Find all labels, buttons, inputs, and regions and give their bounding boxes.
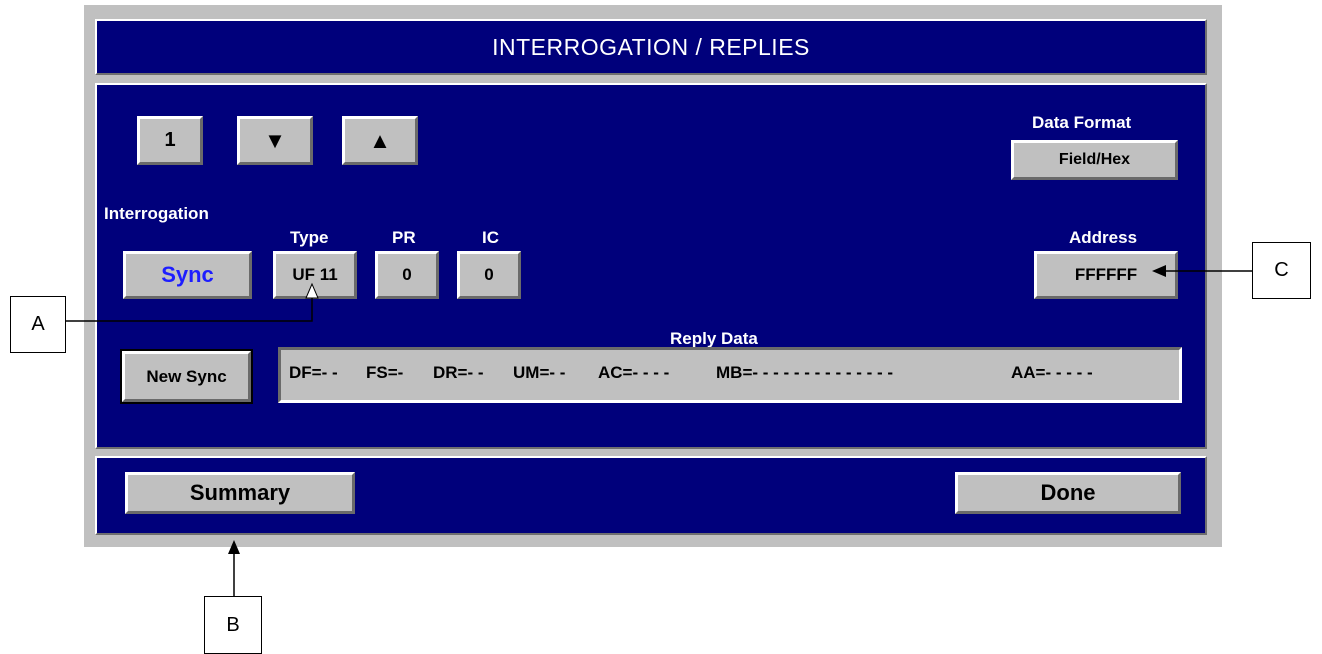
callout-b: B <box>204 596 262 654</box>
callout-a: A <box>10 296 66 353</box>
callout-a-line <box>66 297 313 322</box>
callout-c-arrowhead <box>1152 265 1166 277</box>
callout-lines <box>66 265 1252 596</box>
callout-a-arrowhead <box>305 282 319 299</box>
callout-c: C <box>1252 242 1311 299</box>
callout-b-arrowhead <box>228 540 240 554</box>
